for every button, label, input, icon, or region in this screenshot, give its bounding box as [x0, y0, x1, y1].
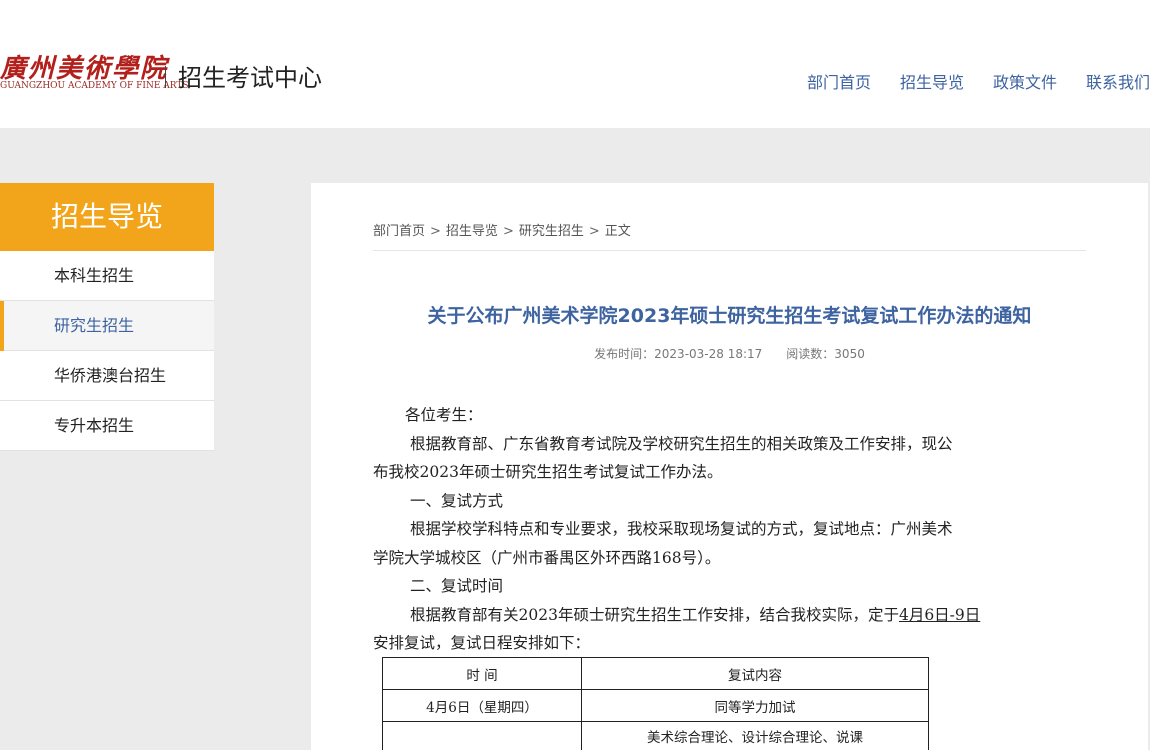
sidebar-item-undergraduate[interactable]: 本科生招生	[0, 251, 214, 301]
table-header-cell: 复试内容	[581, 657, 929, 690]
view-count: 阅读数：3050	[786, 347, 865, 361]
sidebar-title: 招生导览	[0, 183, 214, 251]
breadcrumb-separator: >	[588, 224, 600, 239]
breadcrumb-admission-guide[interactable]: 招生导览	[446, 224, 498, 239]
nav-dept-home[interactable]: 部门首页	[807, 69, 871, 93]
nav-policy-docs[interactable]: 政策文件	[993, 69, 1057, 93]
section-heading: 二、复试时间	[410, 577, 504, 595]
table-cell: 美术综合理论、设计综合理论、说课	[581, 721, 929, 750]
table-header-row: 时 间 复试内容	[382, 657, 929, 690]
sidebar: 招生导览 本科生招生 研究生招生 华侨港澳台招生 专升本招生	[0, 183, 214, 451]
top-nav: 部门首页 招生导览 政策文件 联系我们	[778, 69, 1150, 93]
table-cell: 同等学力加试	[581, 689, 929, 722]
site-section-title: 招生考试中心	[178, 64, 322, 92]
greeting: 各位考生：	[405, 406, 483, 424]
paragraph-line: 安排复试，复试日程安排如下：	[373, 634, 591, 652]
article-title: 关于公布广州美术学院2023年硕士研究生招生考试复试工作办法的通知	[427, 305, 1032, 327]
breadcrumb-graduate[interactable]: 研究生招生	[519, 224, 584, 239]
table-cell	[382, 721, 582, 750]
breadcrumb-dept-home[interactable]: 部门首页	[373, 224, 425, 239]
logo-separator	[165, 66, 166, 88]
breadcrumb-divider	[373, 250, 1086, 251]
table-cell: 4月6日（星期四）	[382, 689, 582, 722]
breadcrumb-current: 正文	[604, 224, 631, 239]
retest-date-range: 4月6日-9日	[898, 605, 981, 624]
site-header: 廣州美術學院 GUANGZHOU ACADEMY OF FINE ARTS 招生…	[0, 0, 1150, 128]
sidebar-item-upgrade[interactable]: 专升本招生	[0, 401, 214, 451]
paragraph-line: 布我校2023年硕士研究生招生考试复试工作办法。	[373, 463, 723, 481]
schedule-table: 时 间 复试内容 4月6日（星期四） 同等学力加试 美术综合理论、设计综合理论、…	[382, 657, 929, 750]
table-row: 美术综合理论、设计综合理论、说课	[382, 721, 929, 750]
nav-contact-us[interactable]: 联系我们	[1086, 69, 1150, 93]
paragraph-text: 根据教育部有关2023年硕士研究生招生工作安排，结合我校实际，定于	[410, 605, 899, 624]
table-row: 4月6日（星期四） 同等学力加试	[382, 689, 929, 722]
sidebar-item-graduate[interactable]: 研究生招生	[0, 301, 214, 351]
article-panel: 部门首页 > 招生导览 > 研究生招生 > 正文 关于公布广州美术学院2023年硕士研究生招…	[311, 183, 1148, 750]
article-meta: 发布时间：2023-03-28 18:17 阅读数：3050	[373, 345, 1086, 362]
breadcrumb-separator: >	[502, 224, 514, 239]
article-body: 各位考生： 根据教育部、广东省教育考试院及学校研究生招生的相关政策及工作安排，现…	[373, 401, 1086, 658]
table-header-cell: 时 间	[382, 657, 582, 690]
paragraph-line: 根据教育部有关2023年硕士研究生招生工作安排，结合我校实际，定于4月6日-9日	[373, 601, 1086, 630]
paragraph-line: 根据学校学科特点和专业要求，我校采取现场复试的方式，复试地点：广州美术	[410, 520, 953, 538]
publish-time: 发布时间：2023-03-28 18:17	[594, 347, 763, 361]
paragraph-line: 学院大学城校区（广州市番禺区外环西路168号）。	[373, 548, 721, 567]
logo-chinese-text: 廣州美術學院	[0, 54, 169, 84]
breadcrumb: 部门首页 > 招生导览 > 研究生招生 > 正文	[373, 220, 631, 239]
sidebar-item-overseas[interactable]: 华侨港澳台招生	[0, 351, 214, 401]
section-heading: 一、复试方式	[410, 491, 504, 510]
paragraph-line: 根据教育部、广东省教育考试院及学校研究生招生的相关政策及工作安排，现公	[410, 434, 953, 453]
breadcrumb-separator: >	[430, 224, 441, 239]
logo-english-text: GUANGZHOU ACADEMY OF FINE ARTS	[0, 81, 189, 91]
nav-admission-guide[interactable]: 招生导览	[900, 69, 964, 93]
